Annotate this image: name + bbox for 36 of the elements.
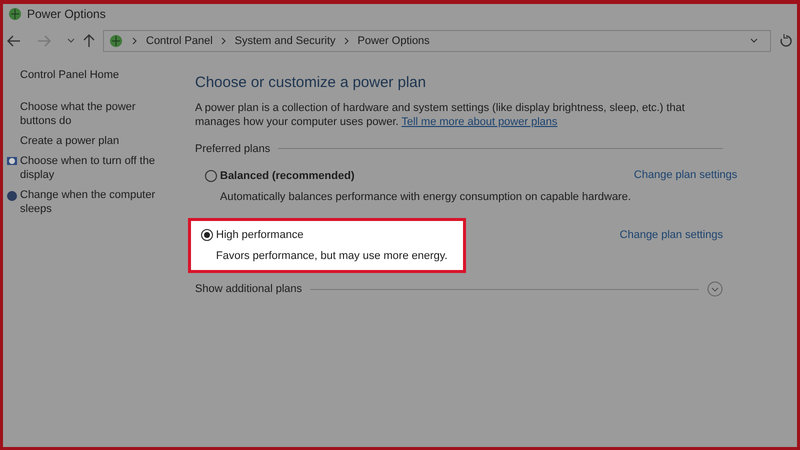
radio-button[interactable] [205,170,217,182]
change-plan-link[interactable]: Change plan settings [634,167,738,184]
address-bar[interactable]: Control Panel System and Security Power Options [103,30,771,52]
chevron-icon [132,37,138,45]
page-heading: Choose or customize a power plan [195,73,427,93]
monitor-icon [6,156,18,168]
up-icon[interactable] [83,34,95,48]
section-title: Preferred plans [195,142,270,156]
page-description: A power plan is a collection of hardware and system settings (like display brightness, sleep, etc.) that manages how your computer uses power. Tell me more about power plans [195,100,686,128]
sidebar-link[interactable]: Control Panel Home [20,68,120,82]
control-panel-icon [108,33,124,49]
refresh-icon[interactable] [779,34,793,48]
moon-icon [6,190,18,202]
plan-name: Balanced (recommended) [220,169,354,184]
sidebar-link[interactable]: Choose when to turn off the display [20,154,160,182]
chevron-icon [344,37,350,45]
change-plan-link[interactable]: Change plan settings [620,227,723,244]
chevron-icon [220,37,227,45]
app-icon [7,6,23,22]
window-title: Power Options [27,6,106,23]
breadcrumb-item[interactable]: Power Options [358,32,430,50]
plan-option[interactable]: Balanced (recommended) Automatically balances performance with energy consumption on capable hardware. [188,163,634,210]
expander-label[interactable]: Show additional plans [195,281,302,298]
breadcrumb-item[interactable]: System and Security [234,32,336,50]
sidebar-link[interactable]: Choose what the power buttons do [20,100,160,128]
back-icon[interactable] [7,35,21,47]
plan-description: Automatically balances performance with energy consumption on capable hardware. [219,190,631,204]
dropdown-icon[interactable] [67,38,75,44]
plan-option[interactable]: High performance Favors performance, but may use more energy. [188,218,466,273]
breadcrumb-item[interactable]: Control Panel [146,32,213,50]
help-link[interactable]: Tell me more about power plans [401,116,558,128]
radio-button[interactable] [201,229,213,242]
sidebar-link[interactable]: Change when the computer sleeps [20,188,160,216]
plan-name: High performance [216,228,304,243]
dropdown-icon[interactable] [750,38,758,44]
sidebar-link[interactable]: Create a power plan [20,134,120,148]
